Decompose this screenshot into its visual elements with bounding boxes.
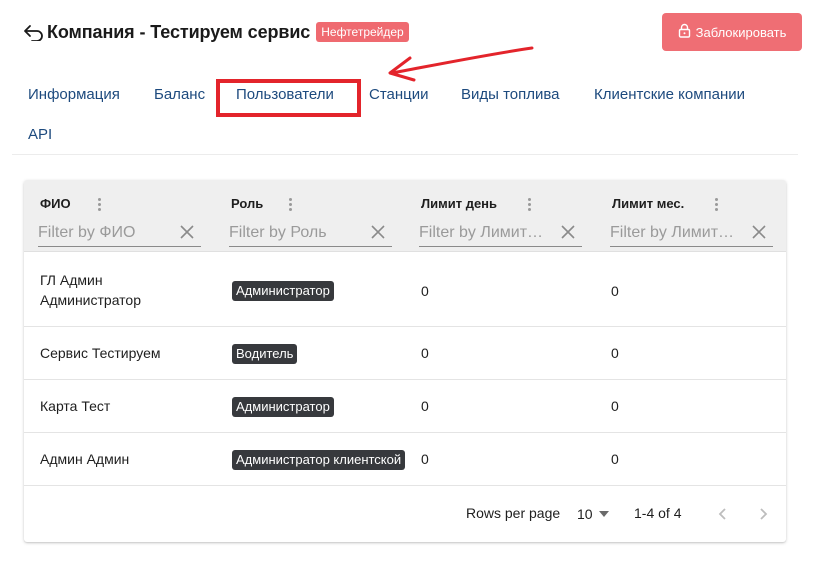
annotation-arrow (388, 46, 534, 82)
cell-limit-month: 0 (611, 283, 619, 299)
table-row[interactable]: Карта Тест Администратор 0 0 (24, 380, 786, 433)
table-row[interactable]: Сервис Тестируем Водитель 0 0 (24, 327, 786, 380)
table-row[interactable]: ГЛ Админ Администратор Администратор 0 0 (24, 253, 786, 327)
column-name: ФИО (38, 180, 218, 252)
column-limit-month: Лимит мес. (610, 180, 786, 252)
cell-limit-day: 0 (421, 451, 429, 467)
table-row[interactable]: Админ Админ Администратор клиентской 0 0 (24, 433, 786, 486)
cell-limit-month: 0 (611, 398, 619, 414)
cell-name: ГЛ Админ Администратор (40, 272, 142, 308)
close-icon[interactable] (179, 224, 195, 240)
lock-icon (678, 23, 691, 41)
table-header: ФИО Роль (24, 180, 786, 252)
filter-field (610, 220, 773, 247)
page-title: Компания - Тестируем сервис (47, 21, 311, 42)
cell-name: Карта Тест (40, 398, 111, 414)
tab-users[interactable]: Пользователи (236, 86, 334, 103)
tab-client-companies[interactable]: Клиентские компании (594, 86, 745, 103)
more-vert-icon[interactable] (524, 195, 534, 213)
filter-name-input[interactable] (38, 222, 174, 244)
more-vert-icon[interactable] (711, 195, 721, 213)
tab-fuel-types[interactable]: Виды топлива (461, 86, 560, 103)
filter-role-input[interactable] (229, 222, 365, 244)
column-limit-day: Лимит день (419, 180, 599, 252)
pagination-range: 1-4 of 4 (634, 505, 682, 521)
close-icon[interactable] (370, 224, 386, 240)
rows-per-page-select[interactable]: 10 (577, 503, 613, 525)
tab-stations[interactable]: Станции (369, 86, 429, 103)
cell-limit-day: 0 (421, 398, 429, 414)
rows-per-page-value: 10 (577, 506, 593, 522)
close-icon[interactable] (560, 224, 576, 240)
column-title: ФИО (40, 196, 71, 211)
tab-balance[interactable]: Баланс (154, 86, 205, 103)
page-header: Компания - Тестируем сервис Нефтетрейдер (24, 19, 409, 45)
role-chip: Администратор (232, 281, 334, 301)
cell-name: Админ Админ (40, 451, 130, 467)
company-type-badge: Нефтетрейдер (316, 22, 409, 42)
tabs-divider (12, 154, 798, 155)
chevron-left-icon[interactable] (711, 502, 735, 526)
more-vert-icon[interactable] (285, 195, 295, 213)
block-button[interactable]: Заблокировать (662, 13, 802, 51)
chevron-right-icon[interactable] (751, 502, 775, 526)
cell-name: Сервис Тестируем (40, 345, 161, 361)
column-title: Роль (231, 196, 264, 211)
back-arrow-icon[interactable] (22, 20, 46, 44)
role-chip: Администратор (232, 397, 334, 417)
column-title: Лимит день (421, 196, 498, 211)
tab-api[interactable]: API (28, 126, 52, 143)
cell-limit-day: 0 (421, 283, 429, 299)
filter-limit-day-input[interactable] (419, 222, 555, 244)
tab-information[interactable]: Информация (28, 86, 120, 103)
more-vert-icon[interactable] (94, 195, 104, 213)
users-table: ФИО Роль (24, 180, 786, 542)
cell-limit-month: 0 (611, 451, 619, 467)
company-users-page: Компания - Тестируем сервис Нефтетрейдер… (0, 0, 826, 561)
pagination: Rows per page 10 1-4 of 4 (24, 492, 786, 542)
column-title: Лимит мес. (612, 196, 685, 211)
column-role: Роль (229, 180, 409, 252)
cell-limit-month: 0 (611, 345, 619, 361)
filter-limit-month-input[interactable] (610, 222, 746, 244)
chevron-down-icon (598, 511, 609, 517)
cell-limit-day: 0 (421, 345, 429, 361)
filter-field (229, 220, 392, 247)
filter-field (419, 220, 582, 247)
role-chip: Администратор клиентской (232, 450, 405, 470)
rows-per-page-label: Rows per page (466, 505, 561, 521)
role-chip: Водитель (232, 344, 298, 364)
filter-field (38, 220, 201, 247)
close-icon[interactable] (751, 224, 767, 240)
block-button-label: Заблокировать (695, 24, 787, 40)
